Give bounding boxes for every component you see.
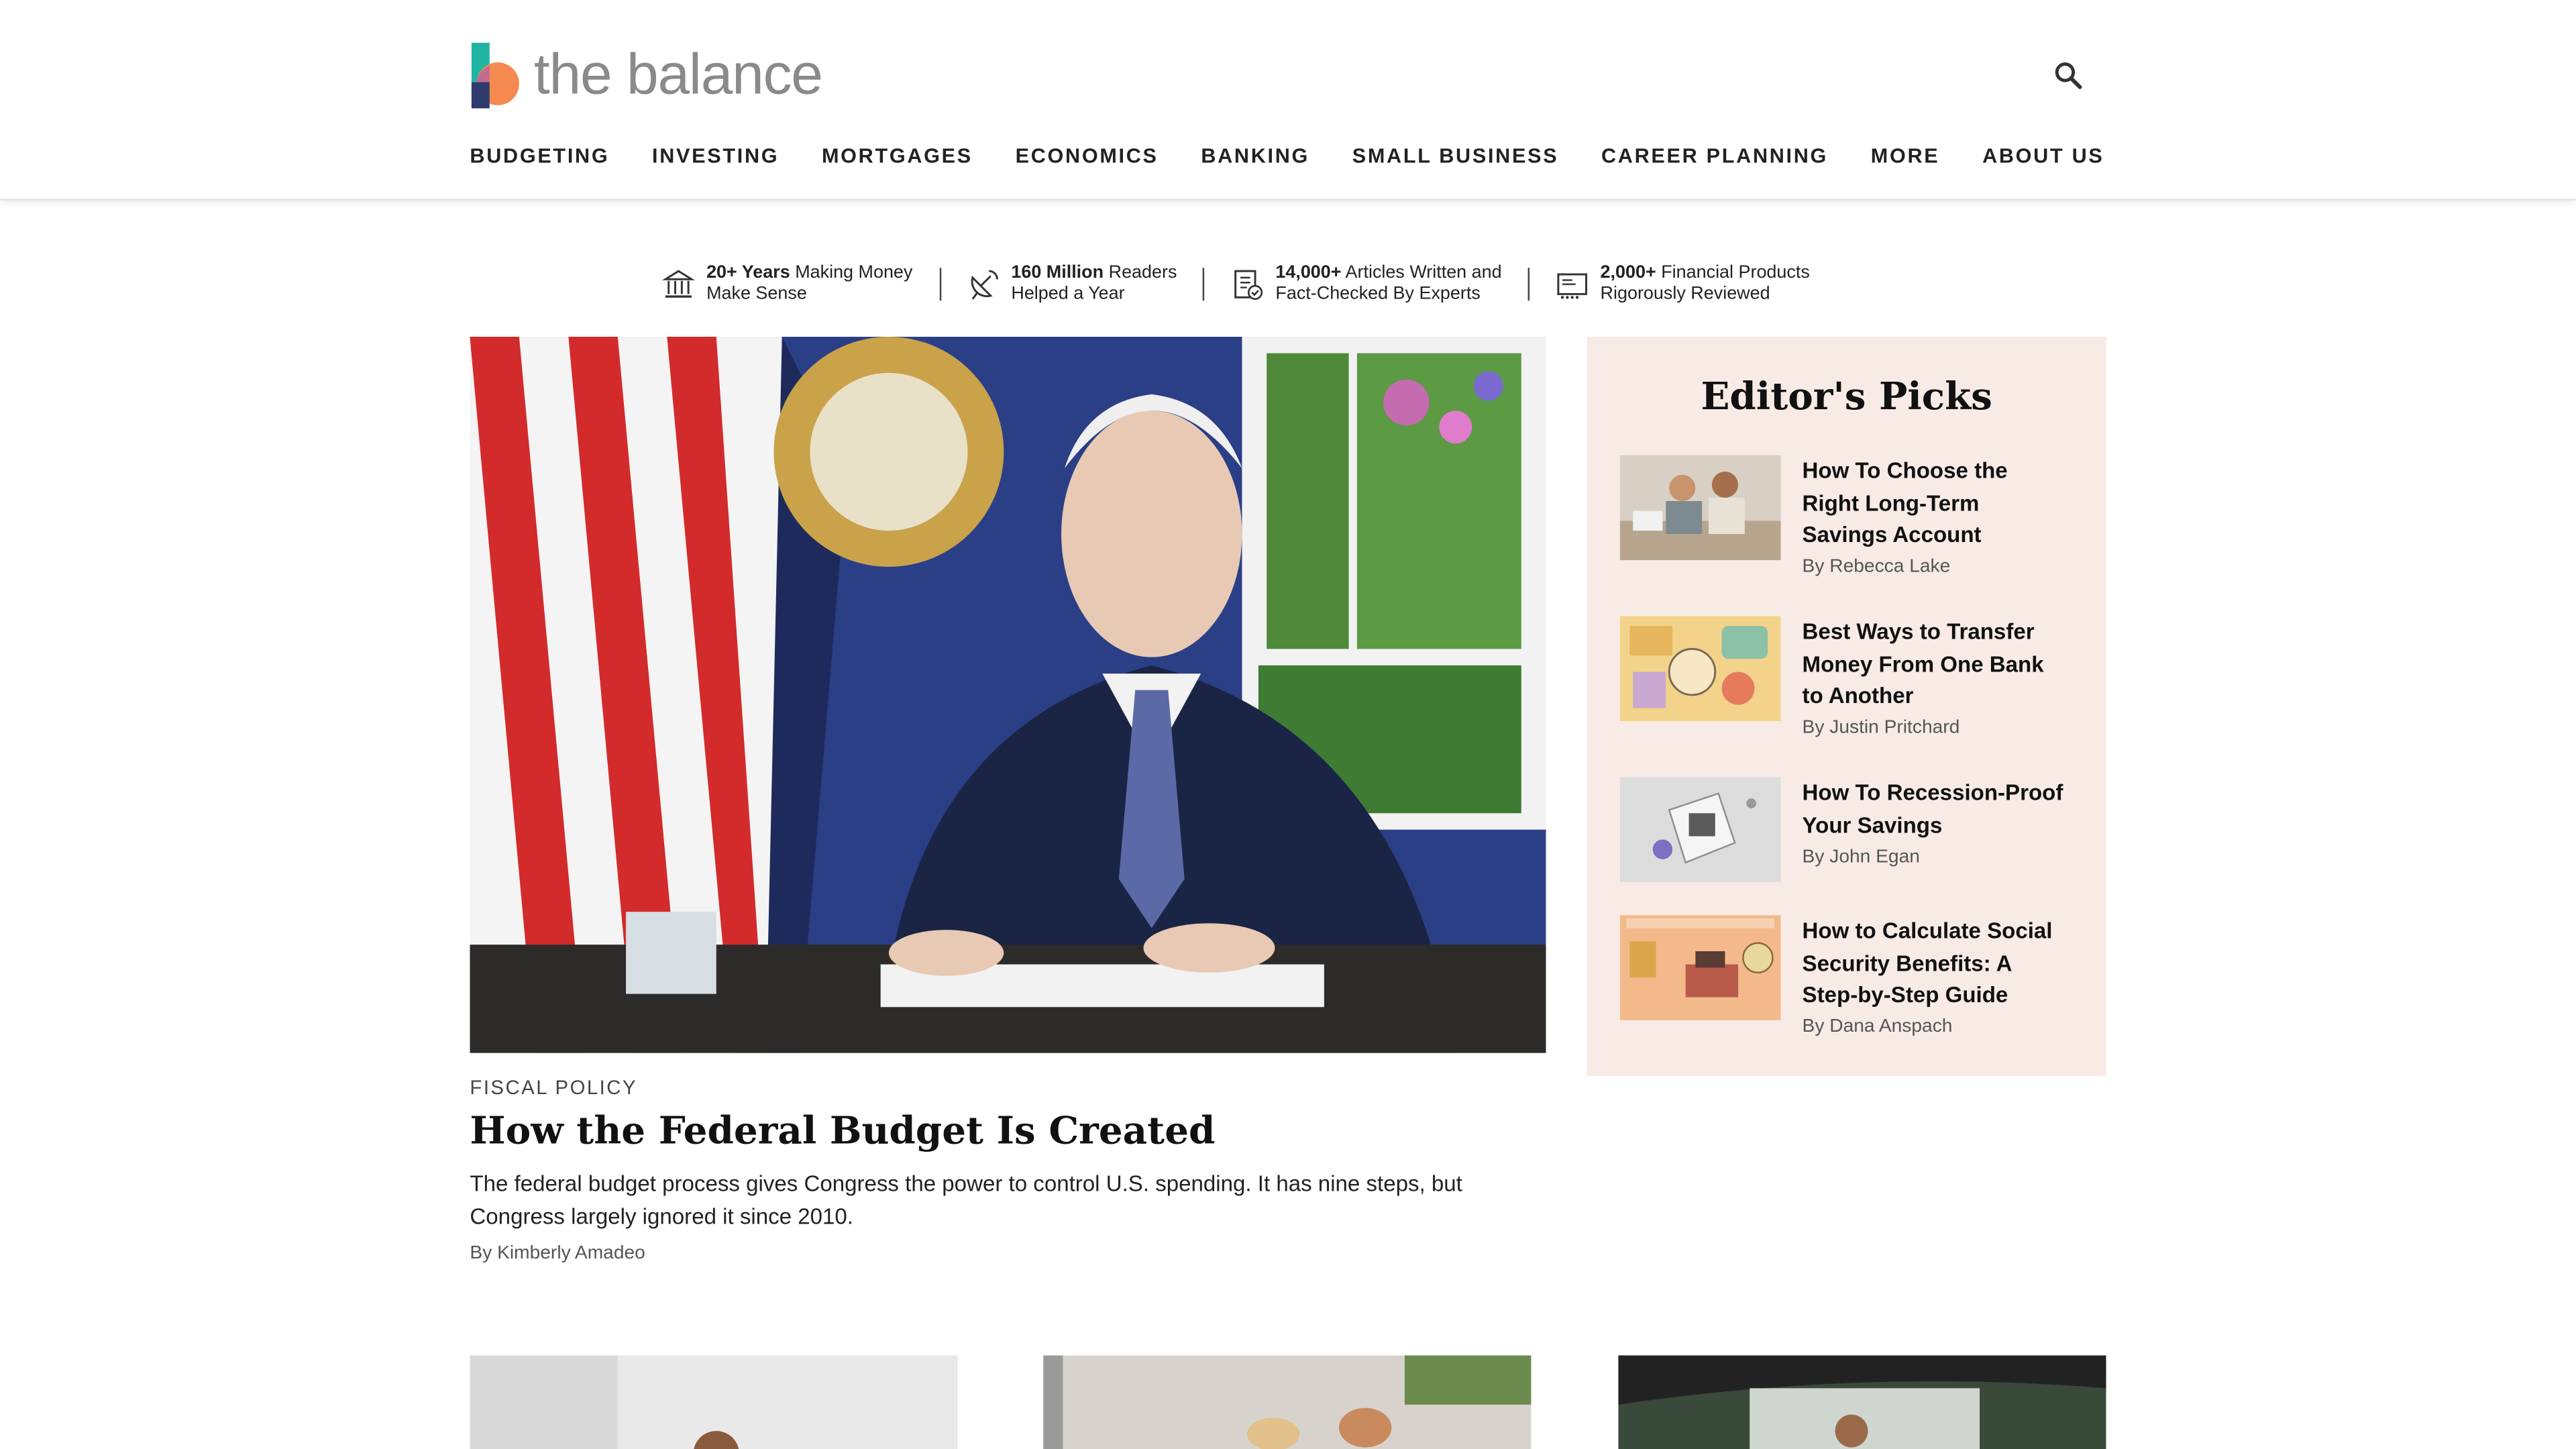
stat-strong: 14,000+ [1275,262,1342,283]
hero-category[interactable]: FISCAL POLICY [470,1076,637,1099]
hero-title[interactable]: How the Federal Budget Is Created [470,1109,1215,1153]
nav-about-us[interactable]: ABOUT US [1982,145,2104,168]
nav-budgeting[interactable]: BUDGETING [470,145,609,168]
pick-thumbnail[interactable] [1619,616,1781,722]
pick-byline: By Rebecca Lake [1802,557,1951,577]
pick-title[interactable]: How To Choose the Right Long-Term Saving… [1803,455,2065,552]
stat-text: Articles Written and [1345,262,1502,283]
stat-articles: 14,000+ Articles Written and Fact-Checke… [1231,262,1502,306]
hero-byline: By Kimberly Amadeo [470,1243,645,1264]
pick-title[interactable]: How To Recession-Proof Your Savings [1803,777,2065,842]
satellite-dish-icon [970,270,998,300]
stat-strong: 160 Million [1011,262,1104,283]
main-nav: BUDGETING INVESTING MORTGAGES ECONOMICS … [470,145,2104,168]
nav-mortgages[interactable]: MORTGAGES [822,145,973,168]
nav-investing[interactable]: INVESTING [652,145,779,168]
divider [1527,268,1530,301]
stat-text: Readers [1108,262,1177,283]
pick-title[interactable]: How to Calculate Social Security Benefit… [1803,915,2065,1012]
nav-economics[interactable]: ECONOMICS [1016,145,1159,168]
nav-banking[interactable]: BANKING [1201,145,1309,168]
document-check-icon [1235,270,1264,301]
stat-text: Financial Products [1661,262,1810,283]
pick-title[interactable]: Best Ways to Transfer Money From One Ban… [1803,616,2065,713]
stat-text-line2: Fact-Checked By Experts [1275,284,1481,305]
logo-mark-icon [470,42,521,109]
bank-icon [661,270,695,298]
search-icon [2055,62,2082,89]
search-button[interactable] [2050,58,2086,94]
stat-strong: 20+ Years [706,262,790,283]
logo-text: the balance [533,42,823,107]
nav-small-business[interactable]: SMALL BUSINESS [1352,145,1559,168]
stat-strong: 2,000+ [1600,262,1656,283]
card-list-icon [1557,273,1588,299]
divider [1203,268,1205,301]
nav-more[interactable]: MORE [1871,145,1940,168]
stats-bar: 20+ Years Making Money Make Sense 160 Mi… [661,260,1810,309]
stat-text-line2: Helped a Year [1011,284,1125,305]
stat-text-line2: Rigorously Reviewed [1600,284,1770,305]
article-card-image[interactable] [1618,1355,2106,1449]
hero-image[interactable] [470,337,1546,1053]
stat-readers: 160 Million Readers Helped a Year [967,263,1177,306]
pick-byline: By John Egan [1802,847,1920,868]
pick-byline: By Justin Pritchard [1802,718,1960,738]
stat-text-line2: Make Sense [706,284,807,305]
pick-thumbnail[interactable] [1619,777,1781,883]
stat-years: 20+ Years Making Money Make Sense [661,262,913,306]
article-card-image[interactable] [470,1355,958,1449]
pick-byline: By Dana Anspach [1802,1016,1953,1037]
article-card-image[interactable] [1043,1355,1532,1449]
stat-products: 2,000+ Financial Products Rigorously Rev… [1556,262,1810,306]
stat-text: Making Money [795,262,913,283]
pick-thumbnail[interactable] [1619,915,1781,1020]
hero-description: The federal budget process gives Congres… [470,1171,1462,1229]
divider [938,268,941,301]
editors-picks-title: Editor's Picks [1701,374,1992,419]
nav-career-planning[interactable]: CAREER PLANNING [1601,145,1828,168]
pick-thumbnail[interactable] [1619,455,1781,561]
logo[interactable]: the balance [470,42,823,109]
site-header: the balance BUDGETING INVESTING MORTGAGE… [0,0,2576,201]
